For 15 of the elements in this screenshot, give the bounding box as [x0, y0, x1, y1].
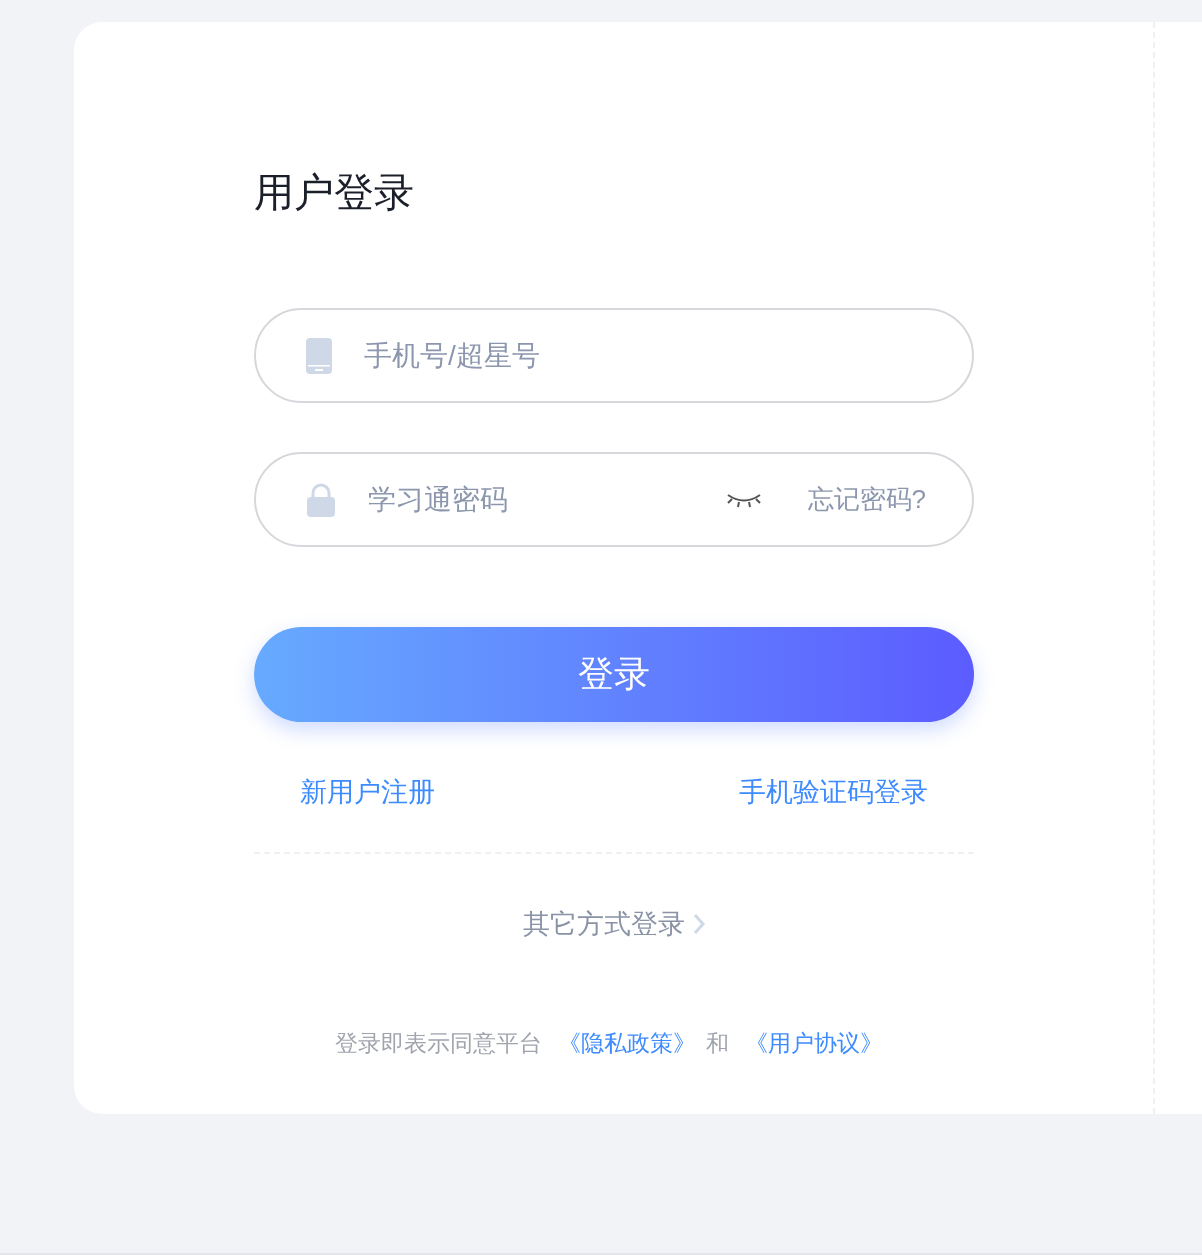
forgot-password-link[interactable]: 忘记密码? — [807, 482, 926, 517]
account-field[interactable]: 手机号/超星号 — [254, 308, 974, 403]
lock-icon — [306, 482, 336, 517]
other-login-link[interactable]: 其它方式登录 — [523, 906, 705, 942]
chevron-right-icon — [693, 913, 705, 935]
privacy-policy-link[interactable]: 《隐私政策》 — [558, 1030, 696, 1056]
agreement-text: 登录即表示同意平台 《隐私政策》 和 《用户协议》 — [333, 1029, 885, 1058]
password-field[interactable]: 学习通密码 忘记密码? — [254, 452, 974, 547]
closed-eye-icon[interactable] — [725, 491, 762, 508]
sms-login-link[interactable]: 手机验证码登录 — [739, 774, 928, 810]
login-button[interactable]: 登录 — [254, 627, 974, 722]
user-agreement-link[interactable]: 《用户协议》 — [745, 1030, 884, 1056]
phone-icon — [306, 337, 332, 374]
login-title: 用户登录 — [254, 169, 415, 216]
register-link[interactable]: 新用户注册 — [300, 774, 435, 810]
